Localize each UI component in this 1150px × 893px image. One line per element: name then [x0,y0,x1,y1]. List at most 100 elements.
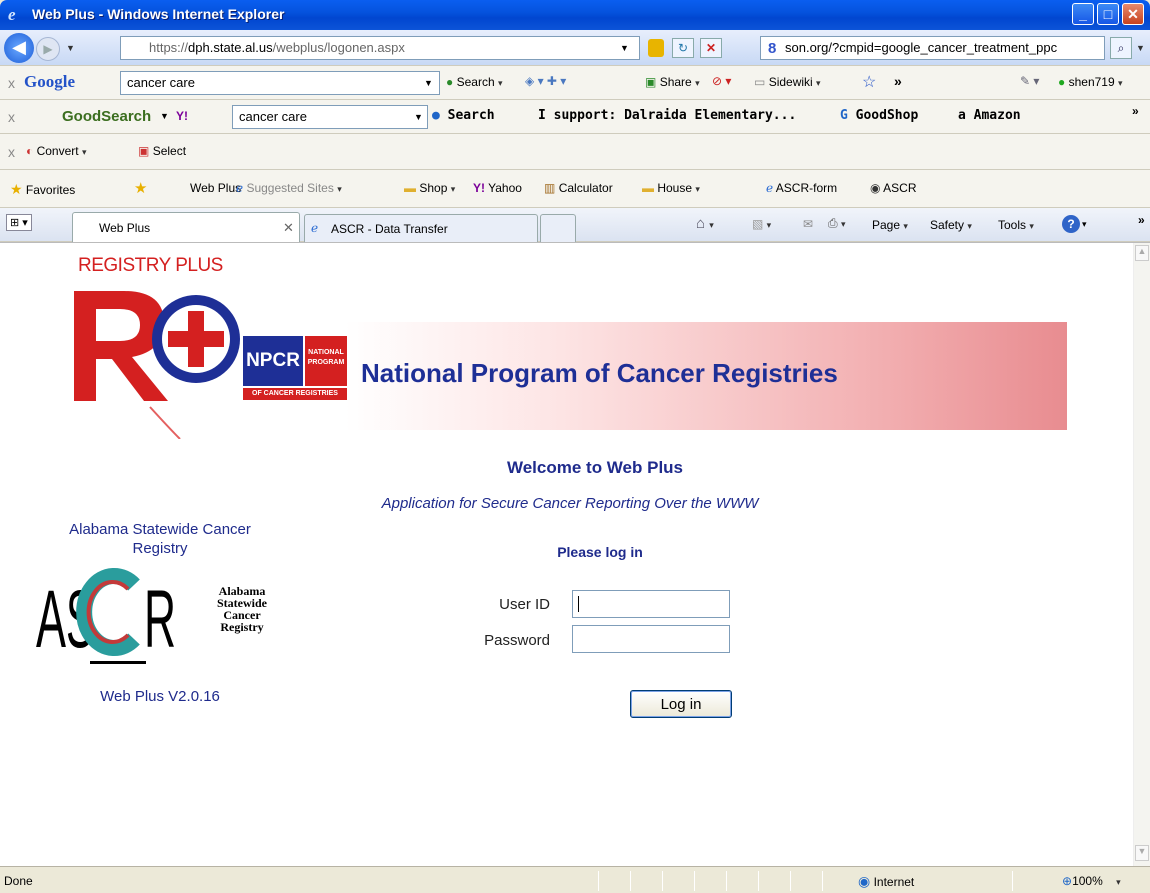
vertical-scrollbar[interactable]: ▲ ▼ [1133,243,1150,867]
tools-menu[interactable]: Tools ▾ [998,218,1034,232]
fav-house[interactable]: ▬ House ▾ [642,181,700,195]
stop-icon[interactable]: ✕ [700,38,722,58]
sidewiki-button[interactable]: ▭ Sidewiki ▾ [754,75,821,89]
npcr-logo-bottom: OF CANCER REGISTRIES [243,388,347,400]
google-dropdown-icon[interactable]: ▼ [424,78,433,88]
quick-tabs-icon[interactable]: ⊞ ▾ [6,214,32,231]
history-dropdown-icon[interactable]: ▼ [66,43,75,53]
help-dropdown-icon[interactable]: ▾ [1082,219,1087,230]
url-field[interactable]: https://dph.state.al.us/webplus/logonen.… [120,36,640,60]
text-cursor [578,596,579,612]
toolbar-icons-group[interactable]: ◈ ▾ ✚ ▾ [525,74,566,88]
command-overflow[interactable]: » [1138,213,1145,227]
help-icon[interactable]: ? [1062,215,1080,233]
amazon-label: Amazon [973,108,1021,123]
add-favorite-icon[interactable]: ★ [134,179,147,197]
tab-web-plus[interactable]: Web Plus ✕ [72,212,300,242]
new-tab-button[interactable] [540,214,576,242]
tab-ascr-data-transfer[interactable]: ℯ ASCR - Data Transfer [304,214,538,242]
goodsearch-input[interactable]: cancer care [232,105,428,129]
google-query-text: cancer care [127,75,195,90]
maximize-button[interactable]: □ [1097,3,1119,25]
feeds-icon[interactable]: ▧ ▾ [752,217,771,231]
google-overflow[interactable]: » [894,73,902,89]
favorites-bar: ★ Favorites ★ Web Plus ℯ Suggested Sites… [0,170,1150,208]
close-toolbar-icon[interactable]: x [8,75,15,91]
fav-ascr-label: ASCR [883,181,917,195]
fav-suggested-sites[interactable]: ℯ Suggested Sites ▾ [236,181,342,195]
goodsearch-overflow[interactable]: » [1132,104,1139,118]
goodsearch-query-dropdown-icon[interactable]: ▼ [414,112,423,122]
google-search-input[interactable]: cancer care [120,71,440,95]
forward-button[interactable]: ▶ [36,37,60,61]
url-dropdown-icon[interactable]: ▼ [620,43,629,53]
google-search-button[interactable]: ● Search ▾ [446,75,503,89]
close-button[interactable]: ✕ [1122,3,1144,25]
scroll-down-icon[interactable]: ▼ [1135,845,1149,861]
folder-icon: ▬ [642,181,654,195]
tab-close-icon[interactable]: ✕ [283,220,294,236]
search-field[interactable]: son.org/?cmpid=google_cancer_treatment_p… [760,36,1105,60]
please-login-text: Please log in [557,544,643,560]
goodsearch-logo: GoodSearch [62,108,152,125]
select-button[interactable]: ▣ Select [138,144,186,158]
popup-blocker-icon[interactable]: ⊘ ▾ [712,74,731,88]
goodshop-button[interactable]: G GoodShop [840,108,918,123]
close-toolbar-icon[interactable]: x [8,144,15,160]
password-label: Password [484,632,550,649]
yahoo-icon: Y! [473,181,485,195]
support-link[interactable]: I support: Dalraida Elementary... [538,108,796,123]
fav-calculator[interactable]: ▥ Calculator [544,181,613,195]
fav-ascr-form[interactable]: ℯ ASCR-form [766,181,837,195]
ie-page-icon: ℯ [766,181,774,195]
goodsearch-search-button[interactable]: ● Search [432,108,495,123]
calculator-icon: ▥ [544,181,556,195]
convert-icon: ◐ [26,144,34,158]
globe-icon: ◉ [858,873,871,889]
security-zone[interactable]: ◉ Internet [858,873,914,890]
sidewiki-label: Sidewiki [768,75,813,89]
close-toolbar-icon[interactable]: x [8,109,15,125]
select-icon: ▣ [138,144,150,158]
wrench-icon[interactable]: ✎ ▾ [1020,74,1039,88]
user-id-input[interactable] [572,590,730,618]
favorites-button[interactable]: ★ Favorites [10,181,75,198]
goodsearch-dropdown-icon[interactable]: ▼ [160,111,169,121]
login-button[interactable]: Log in [630,690,732,718]
fav-shop[interactable]: ▬ Shop ▾ [404,181,455,195]
fav-yahoo[interactable]: Y! Yahoo [473,181,522,195]
search-icon[interactable]: ⌕ [1110,37,1132,59]
mail-icon[interactable]: ✉ [803,217,813,231]
tab-label: Web Plus [99,221,151,235]
online-status-icon: ● [1058,75,1066,89]
scroll-up-icon[interactable]: ▲ [1135,245,1149,261]
search-options-icon[interactable]: ▼ [1136,43,1145,53]
convert-button[interactable]: ◐ Convert ▾ [26,144,87,158]
account-button[interactable]: ● shen719 ▾ [1058,75,1123,89]
amazon-button[interactable]: a Amazon [958,108,1021,123]
safety-menu[interactable]: Safety ▾ [930,218,972,232]
google-search-label: Search [456,75,495,89]
folder-icon: ▬ [404,181,416,195]
lock-icon[interactable] [648,39,664,57]
print-icon[interactable]: ⎙ ▾ [828,216,845,231]
ascr-favicon-icon: ◉ [870,181,881,195]
minimize-button[interactable]: _ [1072,3,1094,25]
ascr-side-text: Alabama Statewide Cancer Registry [212,585,272,633]
password-input[interactable] [572,625,730,653]
url-host: dph.state.al.us [188,40,273,55]
user-id-label: User ID [499,596,550,613]
registry-plus-logo: REGISTRY PLUS [60,255,260,439]
fav-ascr[interactable]: ◉ ASCR [870,181,917,195]
back-button[interactable]: ◀ [4,33,34,63]
share-button[interactable]: ▣ Share ▾ [645,75,700,89]
fav-web-plus[interactable]: Web Plus [190,181,241,195]
home-icon[interactable]: ⌂ ▾ [696,215,714,232]
svg-text:A: A [36,574,66,665]
page-menu[interactable]: Page ▾ [872,218,908,232]
google-toolbar: x Google cancer care ▼ ● Search ▾ ◈ ▾ ✚ … [0,66,1150,100]
star-icon[interactable]: ☆ [862,72,876,92]
goodsearch-query-text: cancer care [239,109,307,124]
refresh-icon[interactable]: ↻ [672,38,694,58]
zoom-control[interactable]: ⊕100% ▾ [1062,874,1121,888]
